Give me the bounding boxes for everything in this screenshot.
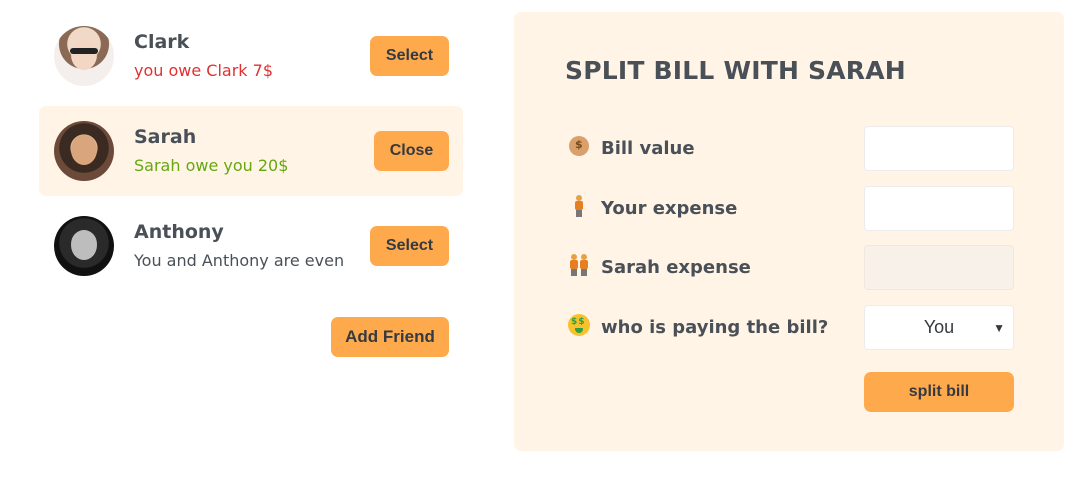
payer-select[interactable]: You ▼ bbox=[864, 304, 1014, 350]
friend-name: Clark bbox=[134, 31, 190, 53]
add-friend-button[interactable]: Add Friend bbox=[331, 317, 449, 357]
chevron-down-icon: ▼ bbox=[993, 320, 1005, 335]
money-mouth-face-icon bbox=[565, 313, 593, 341]
friend-expense-input bbox=[864, 244, 1014, 290]
payer-row: who is paying the bill? You ▼ bbox=[565, 304, 1014, 350]
payer-label: who is paying the bill? bbox=[601, 316, 829, 338]
friend-item-clark: Clark you owe Clark 7$ Select bbox=[39, 11, 463, 101]
close-sarah-button[interactable]: Close bbox=[374, 131, 449, 171]
split-bill-form: SPLIT BILL WITH SARAH Bill value Your ex… bbox=[514, 12, 1064, 451]
friend-name: Anthony bbox=[134, 221, 224, 243]
money-bag-icon bbox=[565, 135, 593, 161]
friends-list: Clark you owe Clark 7$ Select Sarah Sara… bbox=[39, 11, 463, 291]
split-bill-title: SPLIT BILL WITH SARAH bbox=[565, 56, 906, 85]
your-expense-row: Your expense bbox=[565, 185, 1014, 231]
anthony-avatar bbox=[54, 216, 114, 276]
friend-expense-label: Sarah expense bbox=[601, 256, 751, 278]
friend-balance-status: you owe Clark 7$ bbox=[134, 61, 273, 80]
sarah-avatar bbox=[54, 121, 114, 181]
your-expense-label: Your expense bbox=[601, 197, 738, 219]
friend-balance-status: Sarah owe you 20$ bbox=[134, 156, 289, 175]
bill-value-row: Bill value bbox=[565, 125, 1014, 171]
select-clark-button[interactable]: Select bbox=[370, 36, 449, 76]
friend-expense-row: Sarah expense bbox=[565, 244, 1014, 290]
bill-value-label: Bill value bbox=[601, 137, 695, 159]
payer-selected-value: You bbox=[923, 316, 955, 337]
person-icon bbox=[565, 194, 593, 222]
select-anthony-button[interactable]: Select bbox=[370, 226, 449, 266]
people-icon bbox=[565, 253, 593, 281]
split-bill-button[interactable]: split bill bbox=[864, 372, 1014, 412]
friend-item-sarah: Sarah Sarah owe you 20$ Close bbox=[39, 106, 463, 196]
friend-item-anthony: Anthony You and Anthony are even Select bbox=[39, 201, 463, 291]
friend-balance-status: You and Anthony are even bbox=[134, 251, 345, 270]
your-expense-input[interactable] bbox=[864, 185, 1014, 231]
bill-value-input[interactable] bbox=[864, 125, 1014, 171]
friend-name: Sarah bbox=[134, 126, 197, 148]
clark-avatar bbox=[54, 26, 114, 86]
